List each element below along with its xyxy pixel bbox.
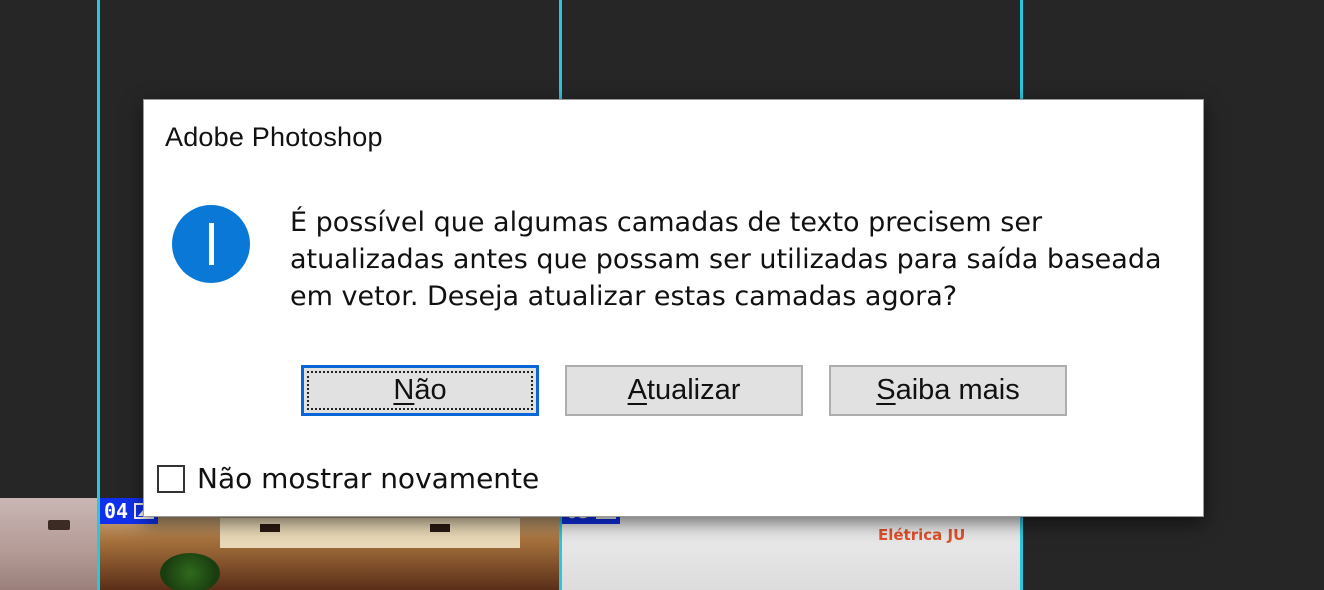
saiba-mais-button-label: aiba mais xyxy=(895,374,1020,406)
spotlight-2 xyxy=(430,524,450,532)
dialog-message: É possível que algumas camadas de texto … xyxy=(290,207,1162,312)
slice-thumbnail-left-edge xyxy=(0,498,97,590)
ceiling-spotlight xyxy=(48,520,70,530)
atualizar-button-label: tualizar xyxy=(646,374,741,406)
nao-button-mnemonic: N xyxy=(393,374,415,406)
dialog-title: Adobe Photoshop xyxy=(165,122,383,152)
spotlight-1 xyxy=(260,524,280,532)
dont-show-again-checkbox[interactable] xyxy=(157,464,185,493)
plant xyxy=(160,553,220,590)
nao-button-label: ão xyxy=(414,374,447,406)
dont-show-again-label[interactable]: Não mostrar novamente xyxy=(197,462,539,495)
thumbnail-logo-text: Elétrica JU xyxy=(878,526,966,544)
saiba-mais-button[interactable]: Saiba mais xyxy=(829,365,1067,416)
info-icon xyxy=(172,205,250,283)
atualizar-button-mnemonic: A xyxy=(627,374,647,406)
saiba-mais-button-mnemonic: S xyxy=(876,374,896,406)
update-text-layers-dialog: Adobe Photoshop É possível que algumas c… xyxy=(143,99,1204,517)
atualizar-button[interactable]: Atualizar xyxy=(565,365,803,416)
nao-button[interactable]: Não xyxy=(301,365,539,416)
dont-show-again-row[interactable]: Não mostrar novamente xyxy=(157,462,539,495)
info-icon-bar xyxy=(208,223,214,265)
ceiling-panel xyxy=(220,518,520,548)
